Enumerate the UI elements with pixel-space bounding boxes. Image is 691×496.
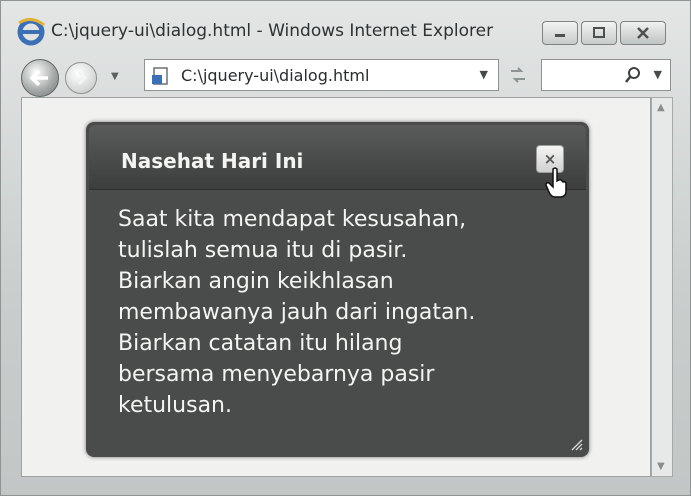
address-dropdown[interactable]: ▼ [480,68,488,81]
minimize-button[interactable] [542,21,578,45]
window-title: C:\jquery-ui\dialog.html - Windows Inter… [51,21,494,41]
refresh-icon [511,67,525,83]
resize-grip-icon[interactable] [569,437,583,451]
window-controls [542,21,666,45]
dialog-body-line: bersama menyebarnya pasir [118,362,435,387]
search-icon [625,67,640,83]
hand-cursor-icon [545,167,567,198]
dialog-body-line: tulislah semua itu di pasir. [118,238,408,263]
scroll-down-arrow-icon[interactable]: ▼ [657,461,665,472]
forward-arrow-icon [78,71,87,85]
dialog-body-line: ketulusan. [118,393,232,418]
address-bar[interactable]: C:\jquery-ui\dialog.html ▼ [144,59,499,91]
maximize-icon [593,27,605,38]
back-arrow-icon [30,69,48,87]
dialog-body-line: membawanya jauh dari ingatan. [118,300,476,325]
vertical-scrollbar[interactable]: ▲ ▼ [651,97,673,477]
refresh-button[interactable] [501,59,535,91]
dialog-body-line: Biarkan catatan itu hilang [118,331,403,356]
forward-button[interactable] [65,62,97,94]
search-box[interactable]: ▼ [541,59,671,91]
dialog-body-line: Biarkan angin keikhlasan [118,269,394,294]
dialog-body-line: Saat kita mendapat kesusahan, [118,207,467,232]
minimize-icon [555,34,565,37]
close-button[interactable] [620,21,666,45]
scroll-up-arrow-icon[interactable]: ▲ [657,102,665,113]
page-icon [152,67,168,85]
ie-logo-icon [17,18,45,46]
search-dropdown[interactable]: ▼ [654,68,662,81]
dialog: Nasehat Hari Ini × Saat kita mendapat ke… [86,122,589,457]
dialog-title: Nasehat Hari Ini [121,149,304,173]
dialog-body: Saat kita mendapat kesusahan, tulislah s… [118,204,558,421]
browser-window: C:\jquery-ui\dialog.html - Windows Inter… [0,0,691,496]
back-button[interactable] [21,59,59,97]
dialog-titlebar[interactable]: Nasehat Hari Ini × [89,125,586,190]
address-text[interactable]: C:\jquery-ui\dialog.html [181,66,369,85]
maximize-button[interactable] [581,21,617,45]
close-icon [637,27,649,39]
history-dropdown[interactable]: ▼ [111,71,119,82]
